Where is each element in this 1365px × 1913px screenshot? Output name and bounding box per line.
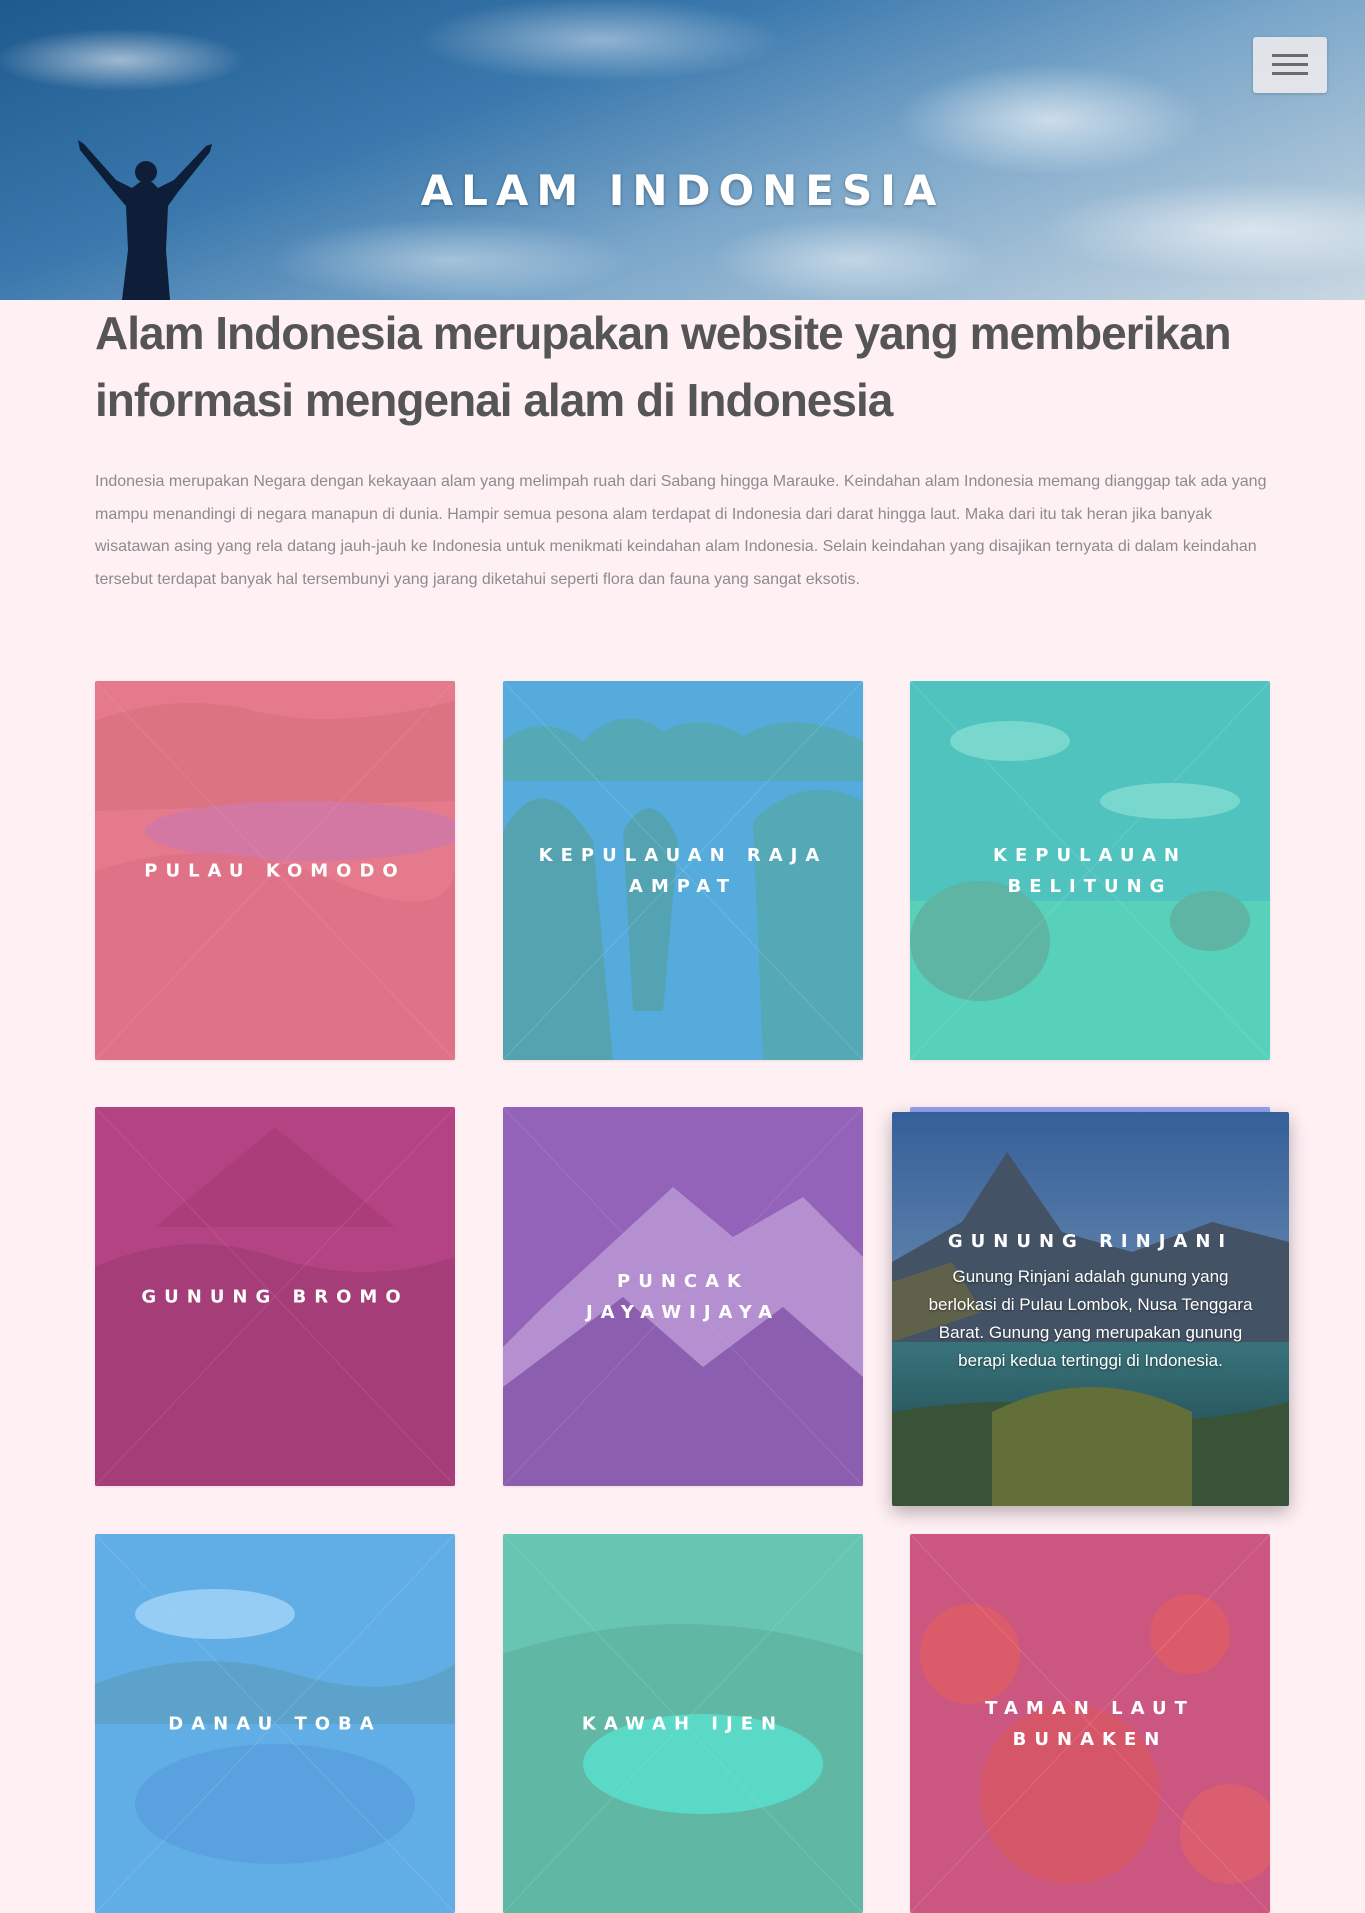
card-title: KEPULAUAN BELITUNG xyxy=(993,844,1187,897)
card-puncak-jayawijaya[interactable]: PUNCAK JAYAWIJAYA xyxy=(503,1107,863,1486)
card-kawah-ijen[interactable]: KAWAH IJEN xyxy=(503,1534,863,1913)
card-title: DANAU TOBA xyxy=(168,1713,382,1734)
card-danau-toba[interactable]: DANAU TOBA xyxy=(95,1534,455,1913)
card-title: PULAU KOMODO xyxy=(144,860,406,881)
card-title: TAMAN LAUT BUNAKEN xyxy=(985,1697,1195,1750)
card-title: GUNUNG BROMO xyxy=(141,1286,409,1307)
card-belitung[interactable]: KEPULAUAN BELITUNG xyxy=(910,681,1270,1060)
card-pulau-komodo[interactable]: PULAU KOMODO xyxy=(95,681,455,1060)
card-title: GUNUNG RINJANI xyxy=(947,1231,1234,1252)
card-hover-content: GUNUNG RINJANI Gunung Rinjani adalah gun… xyxy=(922,1227,1259,1375)
hero-banner: ALAM INDONESIA xyxy=(0,0,1365,300)
card-raja-ampat[interactable]: KEPULAUAN RAJA AMPAT xyxy=(503,681,863,1060)
card-title: KEPULAUAN RAJA AMPAT xyxy=(538,844,828,897)
person-silhouette-image xyxy=(78,140,212,300)
card-gunung-bromo[interactable]: GUNUNG BROMO xyxy=(95,1107,455,1486)
card-taman-laut-bunaken[interactable]: TAMAN LAUT BUNAKEN xyxy=(910,1534,1270,1913)
page-headline: Alam Indonesia merupakan website yang me… xyxy=(95,307,1232,426)
card-gunung-rinjani[interactable]: GUNUNG RINJANI Gunung Rinjani adalah gun… xyxy=(892,1112,1289,1506)
menu-button[interactable] xyxy=(1253,37,1327,93)
site-title: ALAM INDONESIA xyxy=(420,166,945,215)
card-title: KAWAH IJEN xyxy=(581,1713,785,1734)
intro-paragraph: Indonesia merupakan Negara dengan kekaya… xyxy=(95,473,1267,588)
card-description: Gunung Rinjani adalah gunung yang berlok… xyxy=(928,1267,1253,1370)
card-title: PUNCAK JAYAWIJAYA xyxy=(585,1270,781,1323)
